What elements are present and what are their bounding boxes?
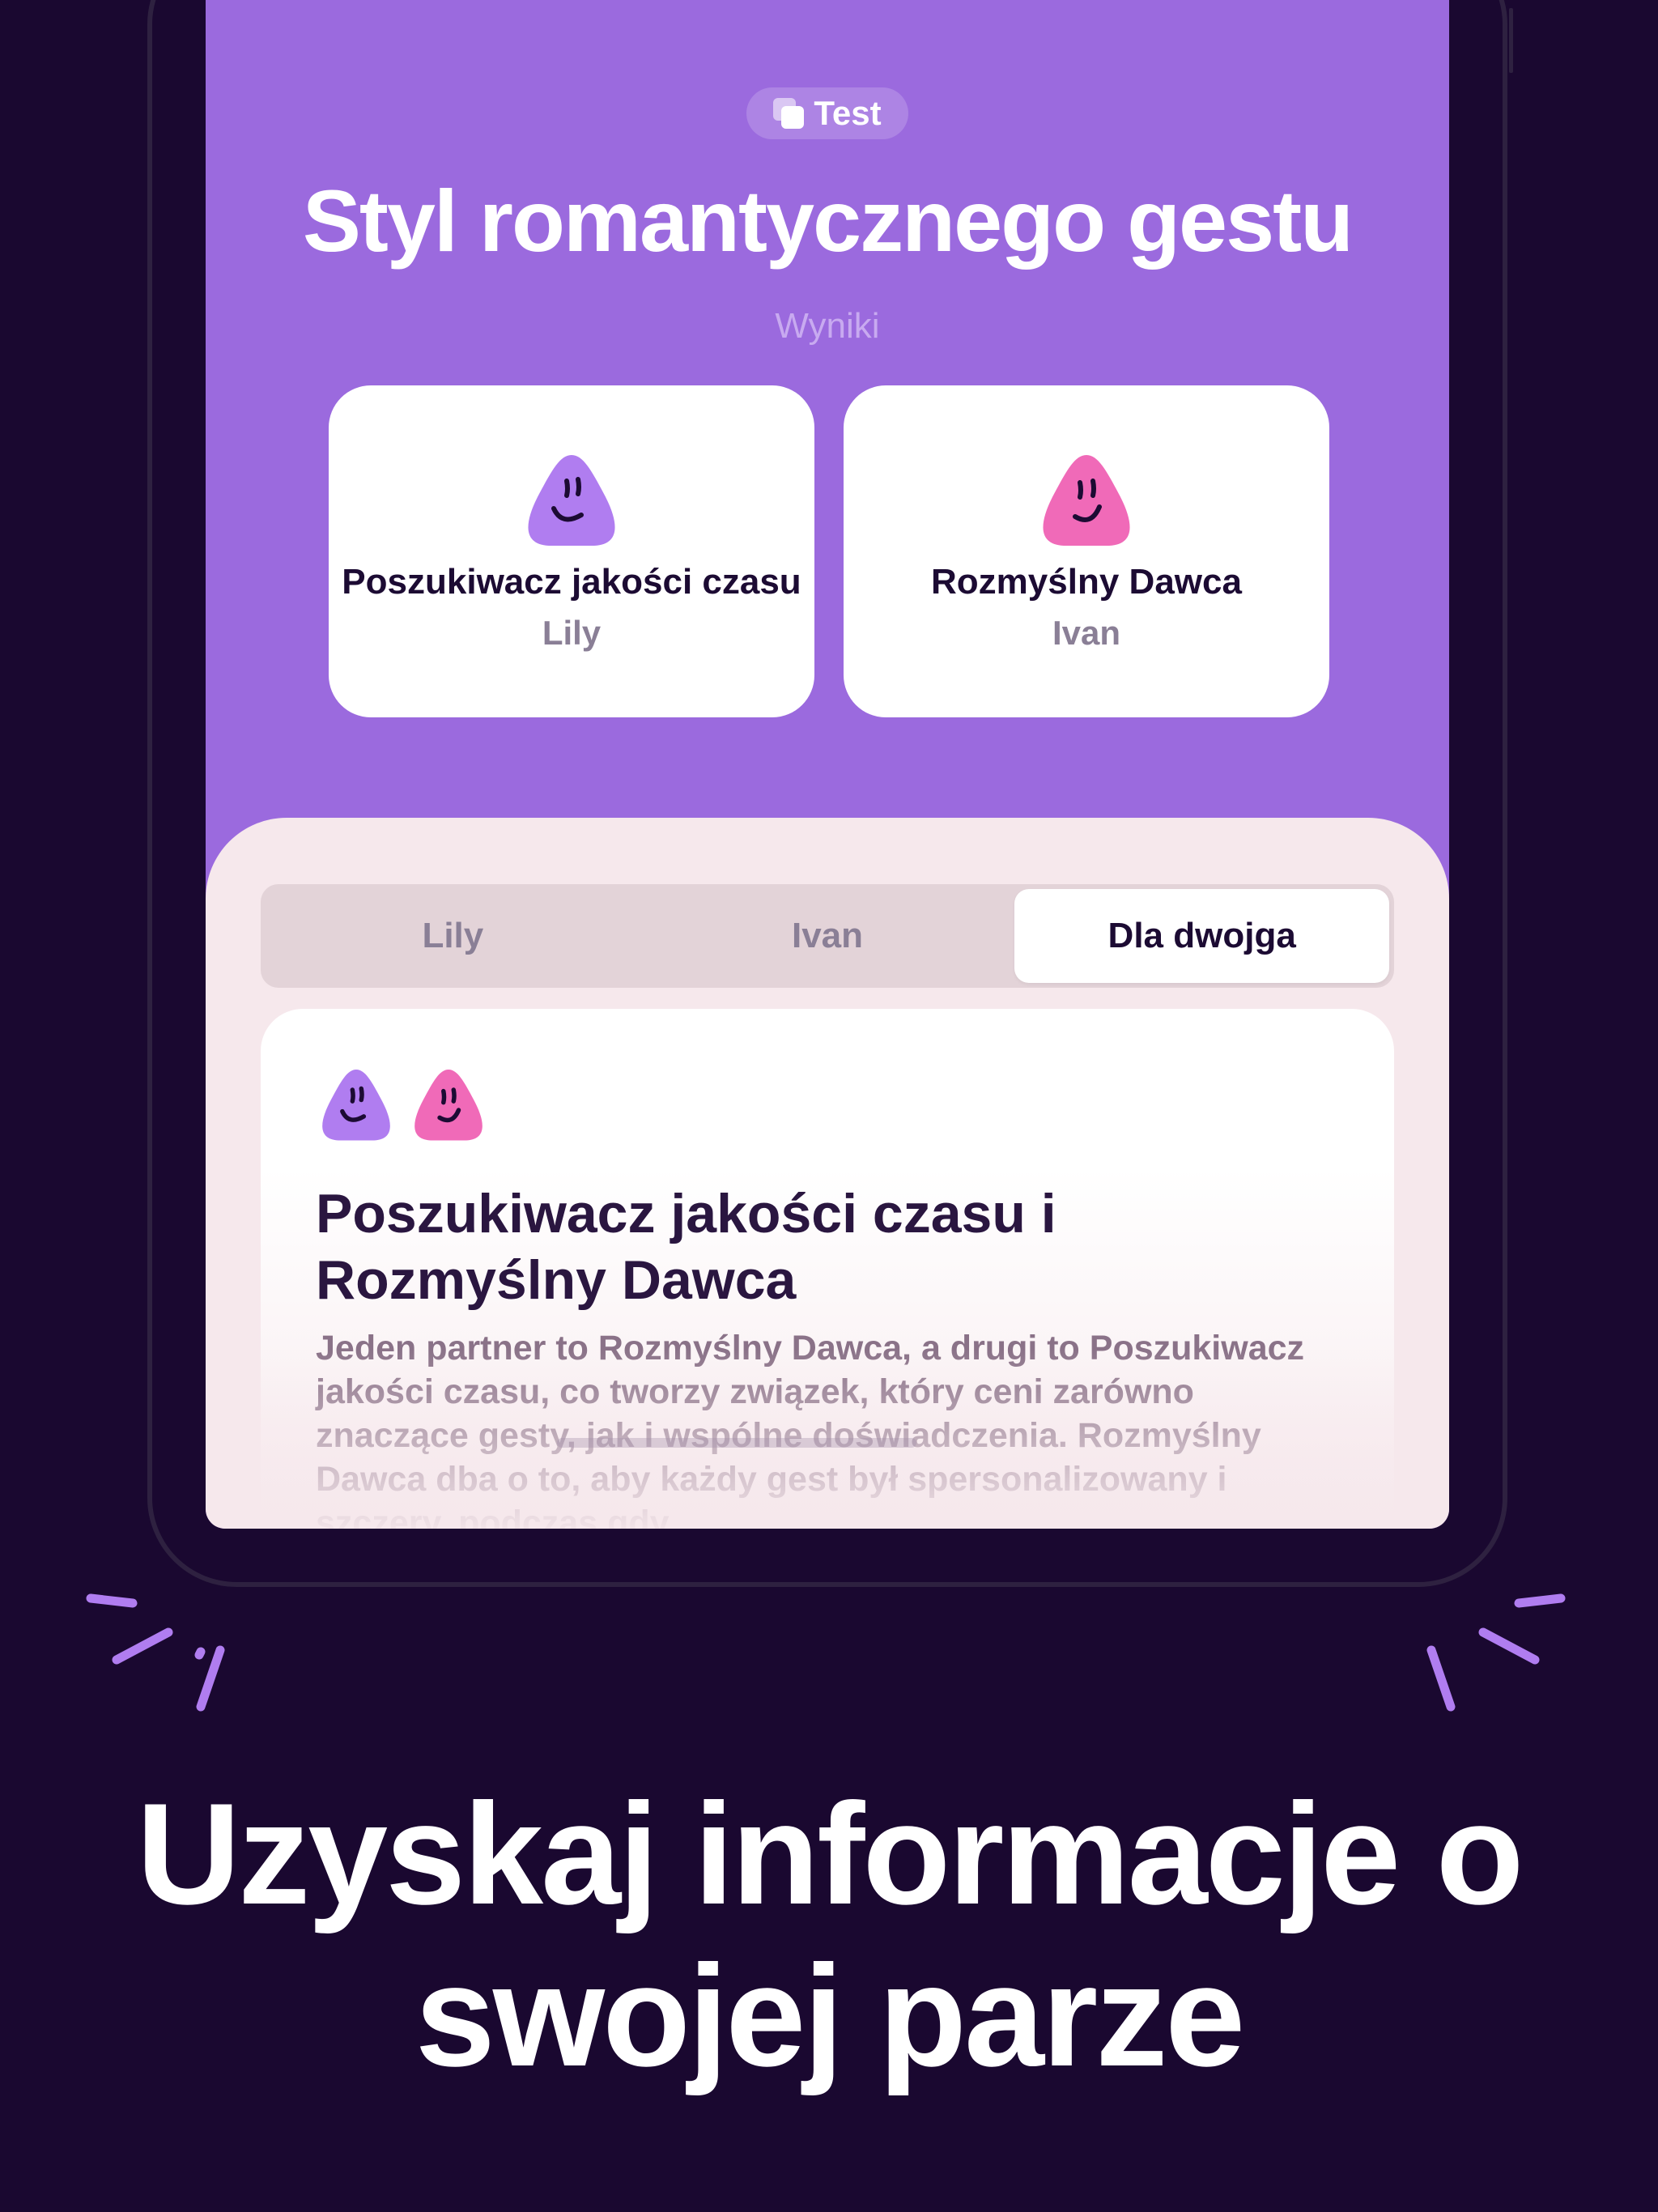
purple-smiley-icon	[322, 1070, 390, 1141]
result-card-lily[interactable]: Poszukiwacz jakości czasu Lily	[329, 385, 814, 717]
sparkle-right-icon	[1426, 1593, 1566, 1712]
pink-smiley-icon	[414, 1070, 483, 1141]
tab-ivan[interactable]: Ivan	[640, 889, 1015, 983]
test-badge-label: Test	[814, 94, 882, 132]
sparkle-left-icon	[86, 1593, 225, 1712]
result-type-name: Poszukiwacz jakości czasu	[342, 562, 801, 602]
purple-smiley-icon	[528, 455, 615, 546]
details-sheet: Lily Ivan Dla dwojga Poszukiwacz jakości…	[206, 818, 1449, 1529]
result-person-name: Ivan	[1052, 614, 1121, 652]
tab-dla-dwojga[interactable]: Dla dwojga	[1014, 889, 1390, 983]
result-card-ivan[interactable]: Rozmyślny Dawca Ivan	[844, 385, 1329, 717]
couple-info-card: Poszukiwacz jakości czasu i Rozmyślny Da…	[261, 1009, 1394, 1529]
couple-avatars	[316, 1066, 489, 1143]
home-indicator	[557, 1438, 916, 1448]
couple-title: Poszukiwacz jakości czasu i Rozmyślny Da…	[316, 1183, 1056, 1311]
app-screen: Test Styl romantycznego gestu Wyniki Pos…	[206, 0, 1449, 1529]
results-subtitle: Wyniki	[775, 306, 880, 346]
test-icon	[773, 98, 805, 129]
tab-lily[interactable]: Lily	[266, 889, 640, 983]
segmented-tabs: Lily Ivan Dla dwojga	[261, 884, 1394, 988]
test-badge: Test	[746, 87, 908, 139]
result-type-name: Rozmyślny Dawca	[931, 562, 1242, 602]
device-side-button	[1509, 8, 1513, 73]
page-title: Styl romantycznego gestu	[302, 172, 1354, 270]
pink-smiley-icon	[1043, 455, 1130, 546]
result-person-name: Lily	[542, 614, 602, 652]
promo-headline: Uzyskaj informacje o swojej parze	[136, 1773, 1524, 2096]
